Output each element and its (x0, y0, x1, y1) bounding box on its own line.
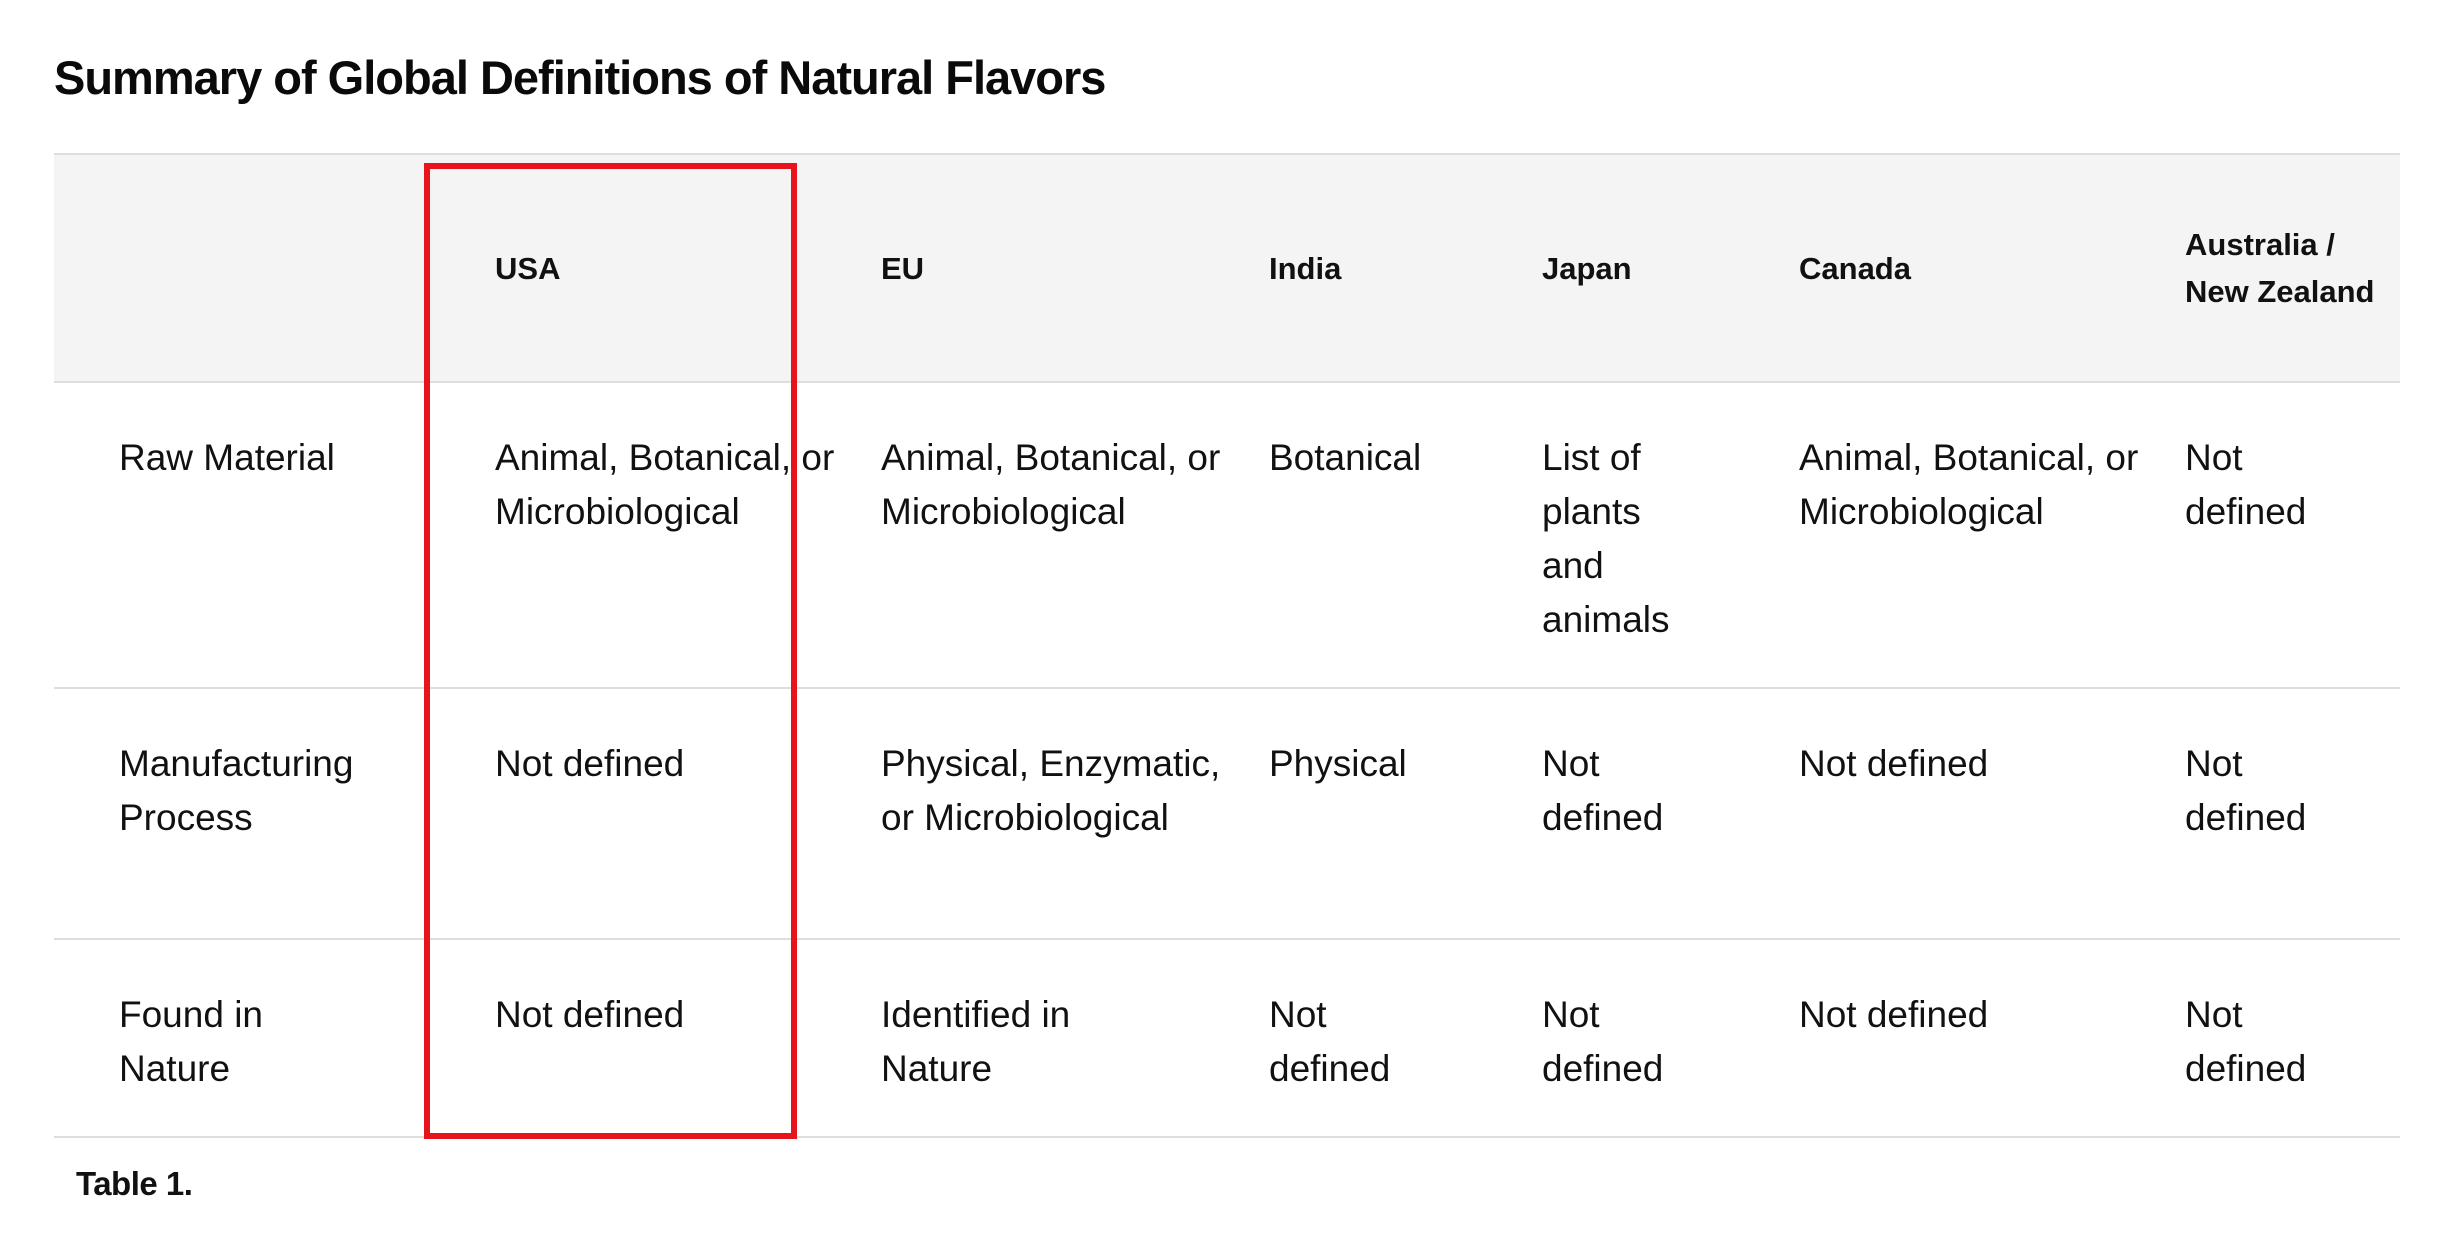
header-cell-eu: EU (869, 153, 1257, 383)
table-cell: Animal, Botanical, or Microbiological (425, 382, 869, 689)
table-cell: Not defined (2185, 939, 2400, 1138)
header-cell-empty (54, 153, 425, 383)
row-label: Manufacturing Process (54, 688, 425, 940)
table-cell: Not defined (1542, 688, 1799, 940)
natural-flavors-table: USA EU India Japan Canada Australia / Ne… (54, 153, 2400, 1138)
page-title: Summary of Global Definitions of Natural… (54, 51, 1106, 104)
table-row: Found in Nature Not defined Identified i… (54, 939, 2400, 1138)
table-cell: List of plants and animals (1542, 382, 1799, 689)
table-caption: Table 1. (76, 1165, 193, 1202)
table-cell: Not defined (425, 688, 869, 940)
table-row: Manufacturing Process Not defined Physic… (54, 688, 2400, 940)
header-cell-australia-nz: Australia / New Zealand (2185, 153, 2400, 383)
header-cell-india: India (1257, 153, 1542, 383)
row-label: Raw Material (54, 382, 425, 689)
header-cell-usa: USA (425, 153, 869, 383)
table-header-row: USA EU India Japan Canada Australia / Ne… (54, 153, 2400, 383)
table-cell: Not defined (1799, 939, 2185, 1138)
table-cell: Not defined (2185, 382, 2400, 689)
table-cell: Animal, Botanical, or Microbiological (869, 382, 1257, 689)
table-cell: Physical, Enzymatic, or Microbiological (869, 688, 1257, 940)
table-cell: Not defined (425, 939, 869, 1138)
table-cell: Identified in Nature (869, 939, 1257, 1138)
row-label: Found in Nature (54, 939, 425, 1138)
table-cell: Not defined (1799, 688, 2185, 940)
header-cell-japan: Japan (1542, 153, 1799, 383)
table-cell: Botanical (1257, 382, 1542, 689)
table-cell: Not defined (1257, 939, 1542, 1138)
table-cell: Animal, Botanical, or Microbiological (1799, 382, 2185, 689)
table-cell: Physical (1257, 688, 1542, 940)
table-cell: Not defined (2185, 688, 2400, 940)
table-row: Raw Material Animal, Botanical, or Micro… (54, 382, 2400, 689)
table-cell: Not defined (1542, 939, 1799, 1138)
header-cell-canada: Canada (1799, 153, 2185, 383)
